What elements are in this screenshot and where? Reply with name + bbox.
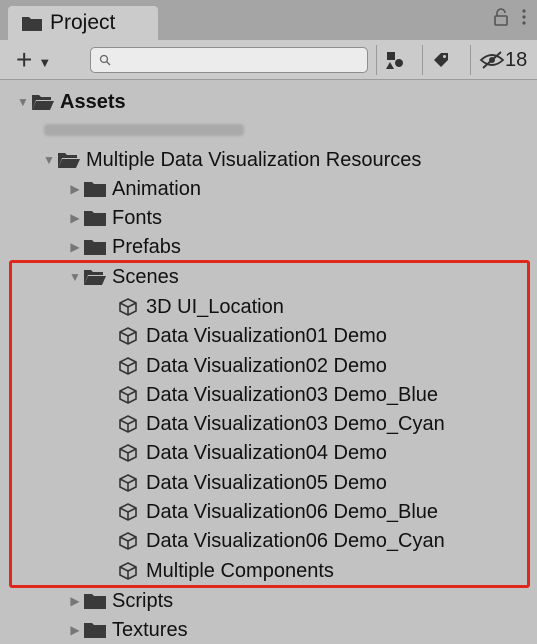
tree-item-redacted[interactable] [44,116,244,144]
highlight-box [9,260,530,588]
plus-icon: + [16,44,33,75]
eye-slash-icon [479,51,505,69]
collapsed-triangle-icon[interactable]: ▶ [66,211,84,225]
shapes-icon [386,52,403,69]
tree-item-label: Fonts [112,206,163,229]
search-by-type-button[interactable] [376,45,413,75]
collapsed-triangle-icon[interactable]: ▶ [66,594,84,608]
more-options-icon[interactable] [521,8,527,31]
folder-open-icon [58,152,80,168]
tree-item-label: Multiple Data Visualization Resources [86,148,422,171]
toolbar: + ▼ 18 [0,40,537,80]
tree-item-scripts[interactable]: ▶ Scripts [66,587,173,615]
tab-controls [493,8,527,31]
folder-icon [84,210,106,226]
tab-project[interactable]: Project [8,6,158,40]
lock-icon[interactable] [493,8,509,31]
folder-icon [84,622,106,638]
hidden-count: 18 [505,48,528,71]
collapsed-triangle-icon[interactable]: ▶ [66,240,84,254]
tree-item-label: Animation [112,177,201,200]
tree-item-fonts[interactable]: ▶ Fonts [66,204,162,232]
collapsed-triangle-icon[interactable]: ▶ [66,623,84,637]
search-icon [99,54,111,66]
tree-item-animation[interactable]: ▶ Animation [66,175,201,203]
tab-bar: Project [0,0,537,40]
tree-item-textures[interactable]: ▶ Textures [66,616,188,644]
folder-icon [22,17,42,31]
folder-icon [84,181,106,197]
folder-icon [84,239,106,255]
hidden-packages-toggle[interactable]: 18 [470,45,527,75]
chevron-down-icon: ▼ [38,54,52,70]
tree-item-root-folder[interactable]: ▼ Multiple Data Visualization Resources [40,146,421,174]
folder-icon [84,593,106,609]
tree-item-label: Textures [112,618,188,641]
tree-item-label: Scripts [112,589,174,612]
collapsed-triangle-icon[interactable]: ▶ [66,182,84,196]
create-button[interactable]: + ▼ [16,44,52,75]
tree-item-assets[interactable]: ▼ Assets [14,88,126,116]
tree-item-label: Prefabs [112,235,181,258]
search-by-label-button[interactable] [422,45,459,75]
redacted-item [44,124,244,136]
tree-item-prefabs[interactable]: ▶ Prefabs [66,233,181,261]
tag-icon [434,53,448,67]
search-input[interactable] [90,47,368,73]
tree-item-label: Assets [60,90,126,113]
expand-triangle-icon[interactable]: ▼ [40,153,58,167]
tab-label: Project [50,11,116,34]
folder-open-icon [32,94,54,110]
expand-triangle-icon[interactable]: ▼ [14,95,32,109]
